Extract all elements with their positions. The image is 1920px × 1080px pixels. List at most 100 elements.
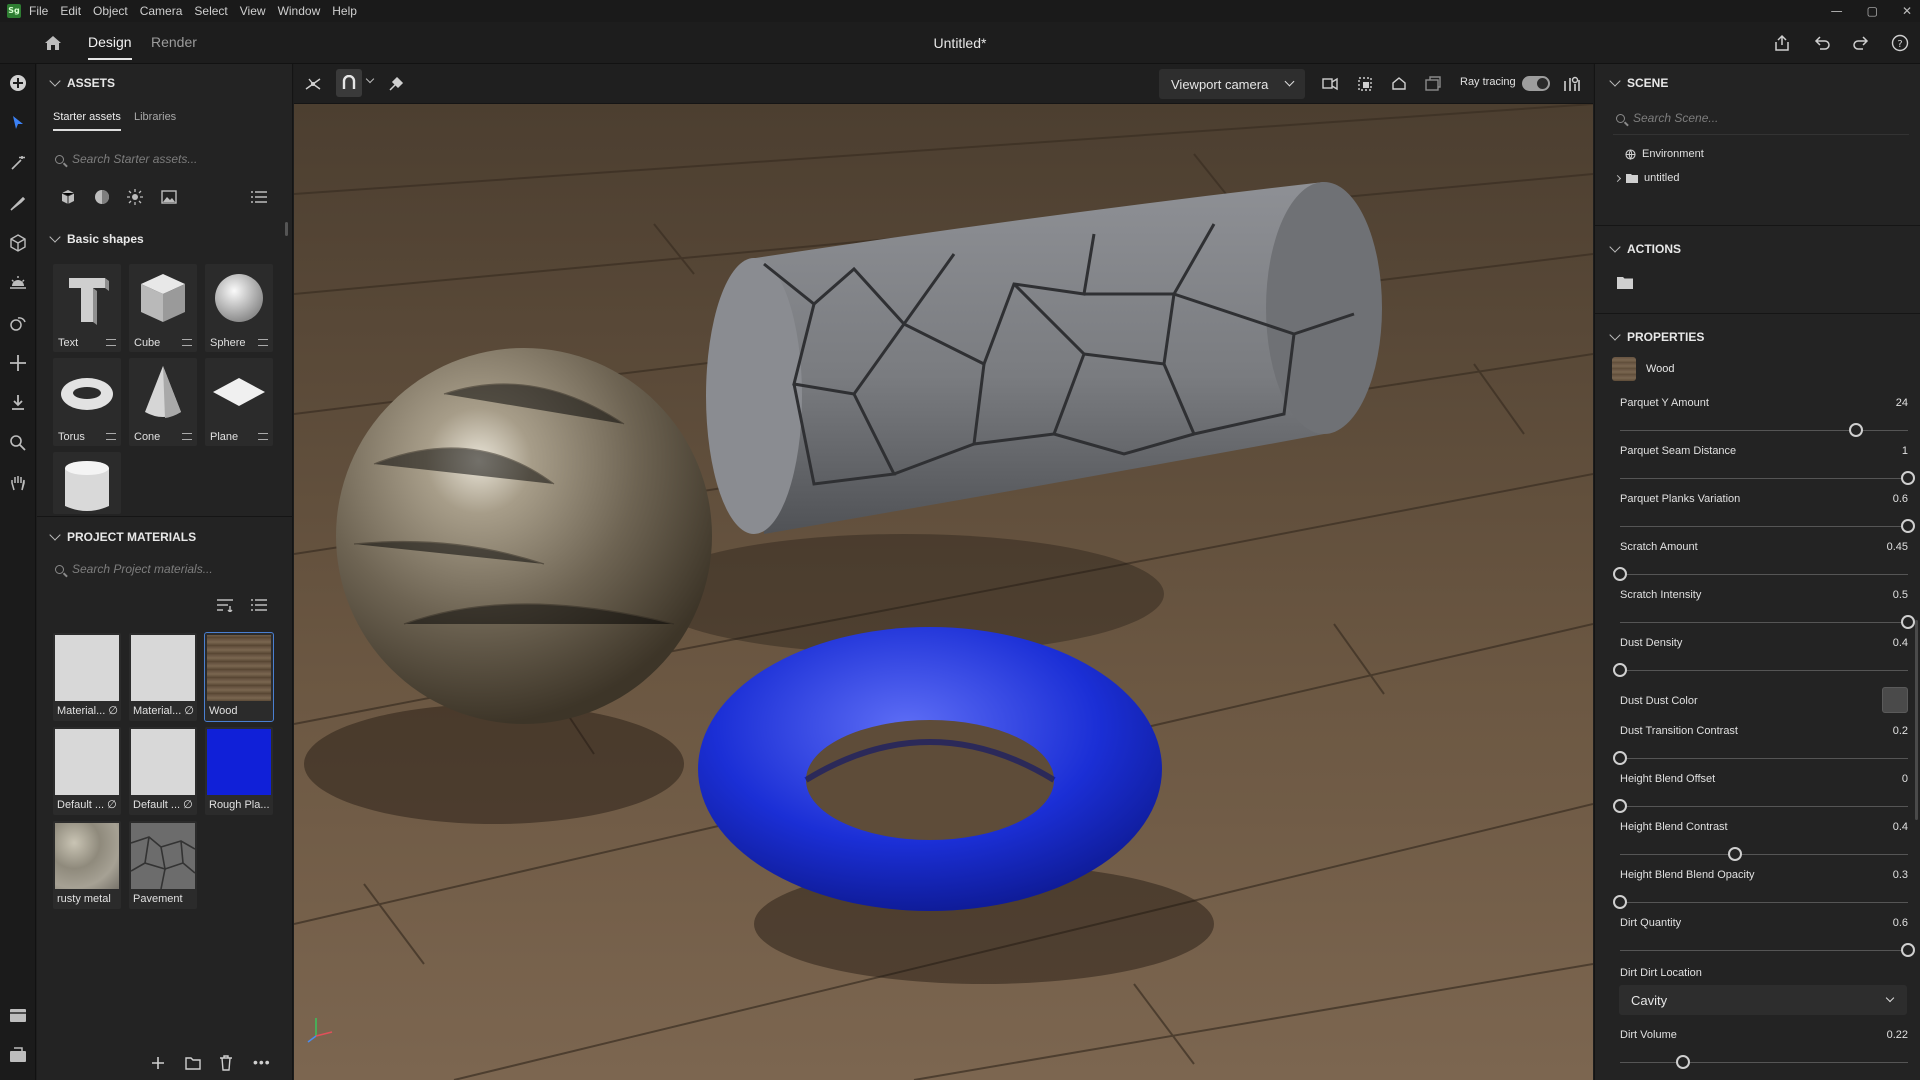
layers-icon[interactable]	[8, 1045, 28, 1065]
object-icon[interactable]	[8, 233, 28, 253]
menu-window[interactable]: Window	[278, 4, 321, 18]
slider-knob[interactable]	[1613, 895, 1627, 909]
param-slider[interactable]	[1620, 519, 1915, 533]
more-icon[interactable]: •••	[253, 1054, 271, 1070]
select-icon[interactable]	[8, 113, 28, 133]
options-icon[interactable]	[182, 433, 192, 440]
shape-tile-plane[interactable]: Plane	[205, 358, 273, 446]
models-icon[interactable]	[60, 189, 76, 205]
shape-tile-cylinder[interactable]	[53, 452, 121, 514]
param-slider[interactable]	[1620, 847, 1908, 861]
undo-icon[interactable]	[1813, 34, 1831, 52]
material-tile[interactable]: Material... ∅	[129, 633, 197, 721]
param-slider[interactable]	[1613, 567, 1908, 581]
minimize-button[interactable]: —	[1831, 4, 1843, 18]
param-slider[interactable]	[1620, 615, 1915, 629]
menu-edit[interactable]: Edit	[60, 4, 81, 18]
slider-knob[interactable]	[1613, 663, 1627, 677]
viewport-camera-select[interactable]: Viewport camera	[1159, 69, 1305, 99]
actions-section-header[interactable]: ACTIONS	[1609, 241, 1681, 256]
light-icon[interactable]	[8, 273, 28, 293]
options-icon[interactable]	[106, 433, 116, 440]
param-slider[interactable]	[1620, 471, 1915, 485]
menu-help[interactable]: Help	[332, 4, 357, 18]
dust-color-swatch[interactable]	[1882, 687, 1908, 713]
scene-section-header[interactable]: SCENE	[1609, 75, 1668, 90]
shape-tile-cone[interactable]: Cone	[129, 358, 197, 446]
list-view-icon[interactable]	[251, 190, 267, 204]
shape-tile-text[interactable]: Text	[53, 264, 121, 352]
scene-item-untitled[interactable]: untitled	[1613, 172, 1679, 184]
shape-tile-torus[interactable]: Torus	[53, 358, 121, 446]
drop-to-floor-icon[interactable]	[8, 393, 28, 413]
material-tile[interactable]: Default ... ∅	[129, 727, 197, 815]
scene-search-input[interactable]: Search Scene...	[1616, 111, 1718, 125]
material-tile[interactable]: Material... ∅	[53, 633, 121, 721]
slider-knob[interactable]	[1613, 567, 1627, 581]
redo-icon[interactable]	[1852, 34, 1870, 52]
options-icon[interactable]	[258, 339, 268, 346]
project-materials-header[interactable]: PROJECT MATERIALS	[49, 529, 196, 544]
trash-icon[interactable]	[219, 1055, 233, 1071]
menu-camera[interactable]: Camera	[140, 4, 183, 18]
camera-fit-icon[interactable]	[1356, 75, 1374, 93]
assets-search-input[interactable]: Search Starter assets...	[55, 152, 197, 166]
shape-tile-cube[interactable]: Cube	[129, 264, 197, 352]
properties-section-header[interactable]: PROPERTIES	[1609, 329, 1704, 344]
menu-view[interactable]: View	[240, 4, 266, 18]
archive-icon[interactable]	[8, 1005, 28, 1025]
basic-shapes-header[interactable]: Basic shapes	[49, 231, 144, 246]
scene-item-environment[interactable]: Environment	[1625, 148, 1704, 160]
transform-icon[interactable]	[8, 313, 28, 333]
list-view-icon[interactable]	[251, 598, 267, 612]
options-icon[interactable]	[106, 339, 116, 346]
material-thumbnail[interactable]	[1612, 357, 1636, 381]
lights-icon[interactable]	[127, 189, 143, 205]
images-icon[interactable]	[161, 189, 177, 205]
materials-search-input[interactable]: Search Project materials...	[55, 562, 213, 576]
move-icon[interactable]	[8, 353, 28, 373]
menu-select[interactable]: Select	[194, 4, 227, 18]
viewport[interactable]	[294, 64, 1593, 1080]
slider-knob[interactable]	[1613, 799, 1627, 813]
slider-knob[interactable]	[1901, 615, 1915, 629]
snap-settings-icon[interactable]	[387, 75, 405, 93]
add-icon[interactable]	[151, 1056, 165, 1070]
options-icon[interactable]	[182, 339, 192, 346]
ray-tracing-toggle[interactable]	[1522, 76, 1550, 91]
slider-knob[interactable]	[1901, 519, 1915, 533]
tab-libraries[interactable]: Libraries	[134, 111, 176, 123]
param-slider[interactable]	[1613, 895, 1908, 909]
param-slider[interactable]	[1620, 943, 1915, 957]
properties-scrollbar[interactable]	[1915, 620, 1918, 820]
snap-button[interactable]	[336, 69, 362, 97]
zoom-icon[interactable]	[8, 433, 28, 453]
menu-object[interactable]: Object	[93, 4, 128, 18]
maximize-button[interactable]: ▢	[1867, 4, 1878, 18]
add-icon[interactable]	[8, 73, 28, 93]
share-icon[interactable]	[1773, 34, 1791, 52]
camera-frame-icon[interactable]	[1321, 75, 1339, 93]
material-tile-rusty-metal[interactable]: rusty metal	[53, 821, 121, 909]
assets-section-header[interactable]: ASSETS	[49, 75, 115, 90]
material-tile-pavement[interactable]: Pavement	[129, 821, 197, 909]
magic-wand-icon[interactable]	[8, 153, 28, 173]
param-slider[interactable]	[1613, 663, 1908, 677]
chevron-down-icon[interactable]	[365, 74, 375, 84]
param-slider[interactable]	[1613, 799, 1908, 813]
chevron-right-icon[interactable]	[1613, 174, 1622, 182]
assets-scrollbar[interactable]	[285, 222, 288, 236]
sort-icon[interactable]	[217, 598, 233, 612]
slider-knob[interactable]	[1901, 943, 1915, 957]
materials-icon[interactable]	[94, 189, 110, 205]
options-icon[interactable]	[258, 433, 268, 440]
folder-icon[interactable]	[185, 1056, 201, 1070]
dirt-location-select[interactable]: Cavity	[1619, 985, 1907, 1015]
param-slider[interactable]	[1620, 1055, 1908, 1069]
slider-knob[interactable]	[1613, 751, 1627, 765]
pan-icon[interactable]	[8, 473, 28, 493]
close-button[interactable]: ✕	[1902, 4, 1912, 18]
render-settings-icon[interactable]	[1563, 75, 1581, 93]
material-tile[interactable]: Default ... ∅	[53, 727, 121, 815]
camera-orbit-icon[interactable]	[1390, 75, 1408, 93]
